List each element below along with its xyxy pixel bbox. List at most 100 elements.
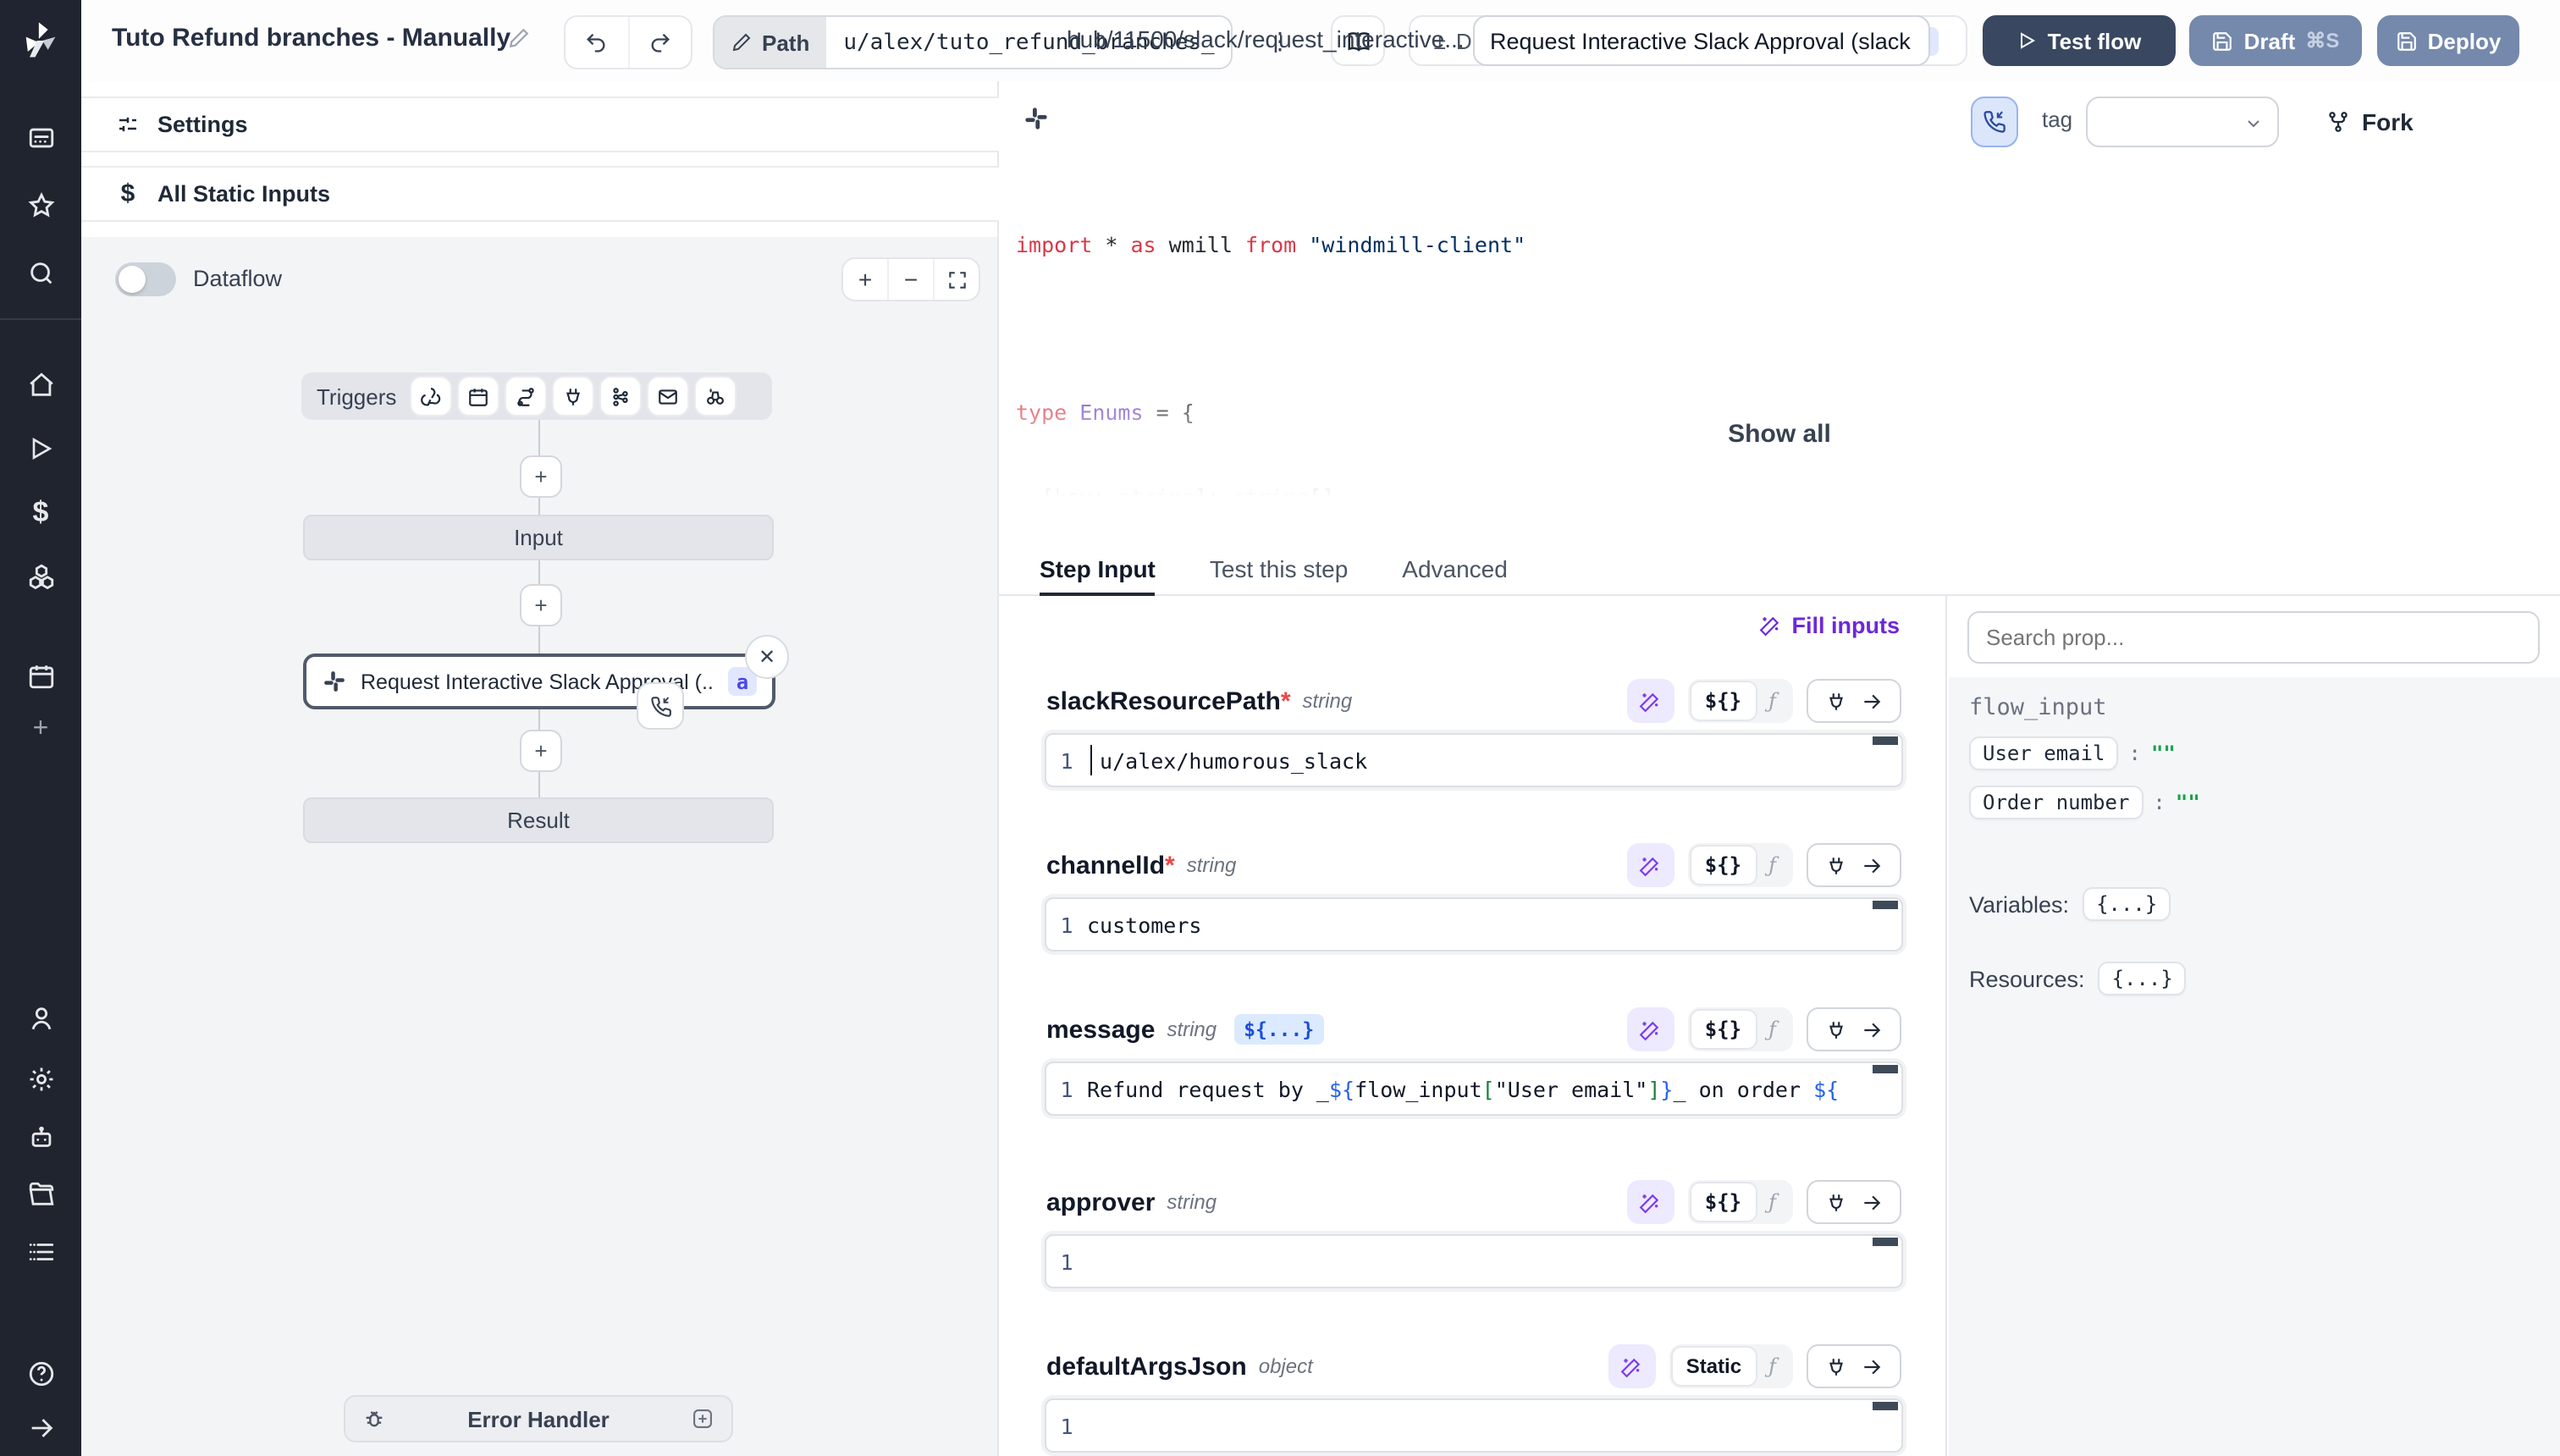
input-mode-toggle[interactable]: ${}ƒ [1688, 1180, 1793, 1224]
fx-mode-option[interactable]: ƒ [1755, 1018, 1790, 1041]
suspend-approval-badge[interactable] [637, 682, 684, 730]
ai-fill-button[interactable] [1608, 1344, 1656, 1388]
flow-title: Tuto Refund branches - Manually [112, 24, 510, 52]
schedule-trigger-button[interactable] [459, 378, 498, 415]
error-handler-node[interactable]: Error Handler [344, 1395, 733, 1442]
insert-step-button-bottom[interactable]: + [520, 730, 562, 772]
fit-view-button[interactable] [933, 259, 979, 300]
sidebar-item-more[interactable]: + [22, 711, 59, 748]
sidebar-item-search[interactable] [22, 254, 59, 291]
plus-icon: + [534, 464, 547, 489]
zoom-in-button[interactable]: + [843, 259, 887, 300]
tag-select[interactable] [2086, 97, 2279, 147]
show-all-code-button[interactable]: Show all [999, 420, 2560, 449]
field-name: message [1046, 1015, 1155, 1044]
template-mode-option[interactable]: ${} [1691, 682, 1755, 720]
sidebar-item-home[interactable] [22, 366, 59, 403]
flow-settings-row[interactable]: Settings [81, 97, 999, 152]
delete-step-button[interactable]: ✕ [745, 635, 789, 679]
sidebar-item-help[interactable] [22, 1354, 59, 1392]
sidebar-item-resources[interactable] [22, 557, 59, 594]
save-draft-button[interactable]: Draft ⌘S [2189, 15, 2362, 66]
all-static-inputs-row[interactable]: $ All Static Inputs [81, 166, 999, 222]
connect-input-button[interactable] [1807, 1180, 1901, 1224]
tab-test-this-step[interactable]: Test this step [1210, 542, 1348, 594]
sidebar-item-variables[interactable]: $ [22, 494, 59, 532]
edit-title-icon[interactable] [508, 27, 530, 49]
ai-fill-button[interactable] [1627, 1180, 1674, 1224]
dataflow-toggle[interactable] [115, 262, 176, 296]
input-mode-toggle[interactable]: Staticƒ [1669, 1344, 1793, 1388]
websocket-trigger-button[interactable] [554, 378, 593, 415]
http-route-trigger-button[interactable] [506, 378, 545, 415]
prop-key[interactable]: Order number [1969, 786, 2143, 819]
fork-button[interactable]: Fork [2326, 97, 2414, 147]
field-editor[interactable]: 1 u/alex/humorous_slack [1046, 735, 1901, 786]
field-editor[interactable]: 1 Refund request by _${flow_input["User … [1046, 1063, 1901, 1114]
variables-expander[interactable]: {...} [2083, 887, 2171, 921]
test-flow-button[interactable]: Test flow [1983, 15, 2176, 66]
insert-step-button-middle[interactable]: + [520, 584, 562, 626]
email-trigger-button[interactable] [648, 378, 687, 415]
deploy-button[interactable]: Deploy [2377, 15, 2519, 66]
tab-advanced[interactable]: Advanced [1402, 542, 1508, 594]
template-mode-option[interactable]: ${} [1691, 1183, 1755, 1221]
sidebar-item-folders[interactable] [22, 1175, 59, 1212]
connect-input-button[interactable] [1807, 1007, 1901, 1051]
fx-mode-option[interactable]: ƒ [1755, 1354, 1790, 1378]
poll-trigger-button[interactable] [696, 378, 735, 415]
sidebar-item-settings[interactable] [22, 1060, 59, 1097]
ai-fill-button[interactable] [1627, 1007, 1674, 1051]
kafka-trigger-button[interactable] [601, 378, 640, 415]
insert-step-button-top[interactable]: + [520, 455, 562, 498]
slack-approval-step-node[interactable]: Request Interactive Slack Approval (... … [303, 654, 775, 709]
fx-mode-option[interactable]: ƒ [1755, 853, 1790, 877]
webhook-trigger-button[interactable] [411, 378, 450, 415]
ai-fill-button[interactable] [1627, 679, 1674, 723]
add-error-handler-icon[interactable] [691, 1407, 714, 1431]
flow-input-root[interactable]: flow_input [1969, 694, 2560, 721]
fx-mode-option[interactable]: ƒ [1755, 1190, 1790, 1214]
connect-input-button[interactable] [1807, 843, 1901, 887]
static-mode-option[interactable]: Static [1673, 1348, 1755, 1385]
sidebar-item-schedules[interactable] [22, 657, 59, 694]
sidebar-item-audit-logs[interactable] [22, 1233, 59, 1270]
result-node[interactable]: Result [303, 797, 774, 843]
prop-value: "" [2176, 791, 2200, 814]
tab-step-input[interactable]: Step Input [1040, 542, 1156, 594]
sidebar-expand-button[interactable] [22, 1409, 59, 1446]
input-mode-toggle[interactable]: ${}ƒ [1688, 679, 1793, 723]
fill-inputs-button[interactable]: Fill inputs [999, 613, 1900, 638]
hub-script-path[interactable]: hub/11500/slack/request_interactive... [1067, 25, 1465, 52]
suspend-approval-button[interactable] [1971, 97, 2018, 147]
sidebar-item-favorites[interactable] [22, 186, 59, 223]
input-mode-toggle[interactable]: ${}ƒ [1688, 1007, 1793, 1051]
field-name: defaultArgsJson [1046, 1352, 1247, 1381]
redo-button[interactable] [627, 17, 691, 68]
template-mode-option[interactable]: ${} [1691, 847, 1755, 884]
input-mode-toggle[interactable]: ${}ƒ [1688, 843, 1793, 887]
step-name-input[interactable] [1473, 15, 1930, 66]
connect-input-button[interactable] [1807, 679, 1901, 723]
zoom-out-button[interactable]: − [887, 259, 933, 300]
field-editor[interactable]: 1 [1046, 1236, 1901, 1287]
windmill-logo[interactable] [0, 0, 81, 81]
ai-fill-button[interactable] [1627, 843, 1674, 887]
sidebar-item-users[interactable] [22, 999, 59, 1036]
template-mode-option[interactable]: ${} [1691, 1011, 1755, 1048]
prop-picker-panel: flow_input User email : "" Order number … [1949, 596, 2560, 1456]
connect-input-button[interactable] [1807, 1344, 1901, 1388]
search-prop-input[interactable] [1967, 611, 2540, 664]
sidebar-item-workers[interactable] [22, 1119, 59, 1156]
fx-mode-option[interactable]: ƒ [1755, 689, 1790, 713]
undo-button[interactable] [566, 17, 627, 68]
field-channelId: channelId* string ${}ƒ 1 customers [1046, 841, 1901, 950]
sidebar-item-apps[interactable] [22, 119, 59, 156]
input-node[interactable]: Input [303, 515, 774, 560]
prop-key[interactable]: User email [1969, 736, 2119, 770]
sidebar-item-runs[interactable] [22, 430, 59, 467]
resources-expander[interactable]: {...} [2099, 962, 2187, 995]
field-editor[interactable]: 1 customers [1046, 899, 1901, 950]
windmill-logo-icon [19, 19, 63, 63]
field-editor[interactable]: 1 [1046, 1400, 1901, 1451]
